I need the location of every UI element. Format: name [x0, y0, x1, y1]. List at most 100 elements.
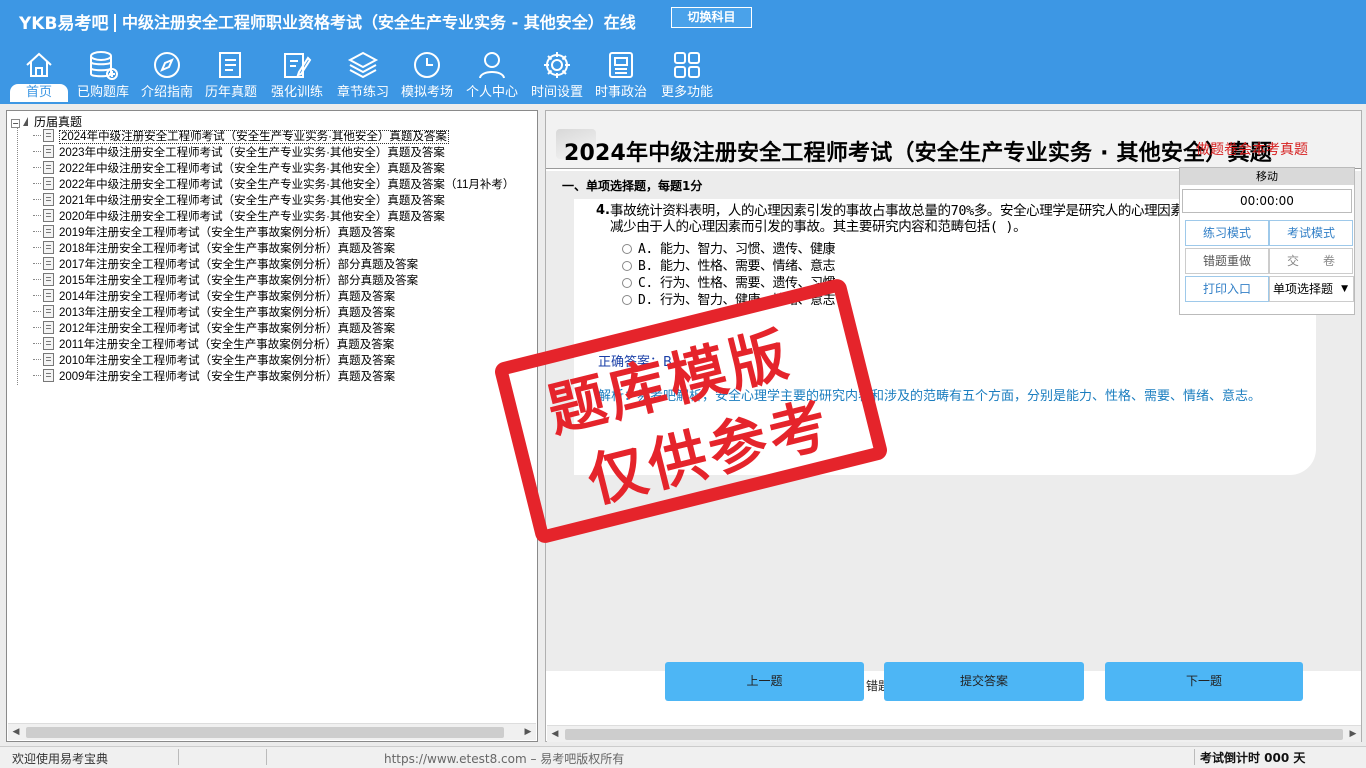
exam-control-panel: 移动 00:00:00 练习模式 考试模式 错题重做 交 卷 打印入口 单项选择…: [1179, 167, 1355, 315]
section-title: 一、单项选择题，每题1分: [562, 179, 703, 193]
scroll-thumb[interactable]: [565, 729, 1343, 740]
tree-item[interactable]: 2024年中级注册安全工程师考试（安全生产专业实务·其他安全）真题及答案: [33, 129, 449, 145]
exam-title: 2024年中级注册安全工程师考试（安全生产专业实务 · 其他安全）真题: [564, 141, 1272, 166]
document-icon: [43, 193, 54, 206]
radio-icon[interactable]: [622, 278, 632, 288]
tree-item-label: 2014年注册安全工程师考试（安全生产事故案例分析）真题及答案: [59, 291, 396, 303]
tree-item[interactable]: 2023年中级注册安全工程师考试（安全生产专业实务·其他安全）真题及答案: [33, 145, 445, 161]
layers-icon: [332, 46, 394, 84]
nav-home[interactable]: 首页: [8, 46, 70, 104]
nav-label: 模拟考场: [400, 85, 453, 100]
scroll-right-icon[interactable]: ▶: [1345, 726, 1361, 742]
nav-time-settings[interactable]: 时间设置: [526, 46, 588, 104]
exam-tree-panel: − 历届真题 2024年中级注册安全工程师考试（安全生产专业实务·其他安全）真题及…: [6, 110, 538, 742]
print-button[interactable]: 打印入口: [1185, 276, 1269, 302]
switch-subject-button[interactable]: 切换科目: [671, 7, 752, 28]
tree-item-label: 2024年中级注册安全工程师考试（安全生产专业实务·其他安全）真题及答案: [59, 130, 449, 144]
tree-item[interactable]: 2017年注册安全工程师考试（安全生产事故案例分析）部分真题及答案: [33, 257, 418, 273]
tree-item-label: 2015年注册安全工程师考试（安全生产事故案例分析）部分真题及答案: [59, 275, 419, 287]
dropdown-arrow-icon: ▼: [1341, 284, 1348, 294]
collapse-icon[interactable]: −: [11, 119, 20, 128]
tree-item[interactable]: 2018年注册安全工程师考试（安全生产事故案例分析）真题及答案: [33, 241, 395, 257]
tree-item-label: 2018年注册安全工程师考试（安全生产事故案例分析）真题及答案: [59, 243, 396, 255]
edit-icon: [266, 46, 328, 84]
tree-item[interactable]: 2013年注册安全工程师考试（安全生产事故案例分析）真题及答案: [33, 305, 395, 321]
nav-personal-center[interactable]: 个人中心: [460, 46, 524, 104]
scroll-left-icon[interactable]: ◀: [547, 726, 563, 742]
tree-item[interactable]: 2020年中级注册安全工程师考试（安全生产专业实务·其他安全）真题及答案: [33, 209, 445, 225]
tree-item-label: 2019年注册安全工程师考试（安全生产事故案例分析）真题及答案: [59, 227, 396, 239]
exam-mode-button[interactable]: 考试模式: [1269, 220, 1353, 246]
document-icon: [43, 225, 54, 238]
app-title: 中级注册安全工程师职业资格考试（安全生产专业实务 - 其他安全）在线: [122, 13, 636, 32]
prev-question-button[interactable]: 上一题: [665, 662, 864, 701]
document-icon: [43, 145, 54, 158]
welcome-text: 欢迎使用易考宝典: [12, 752, 109, 766]
exam-horizontal-scrollbar[interactable]: ◀ ▶: [547, 725, 1361, 742]
document-icon: [43, 257, 54, 270]
tree-item[interactable]: 2011年注册安全工程师考试（安全生产事故案例分析）真题及答案: [33, 337, 394, 353]
nav-current-affairs[interactable]: 时事政治: [590, 46, 652, 104]
tree-root[interactable]: − 历届真题: [11, 113, 82, 130]
tree-item-label: 2011年注册安全工程师考试（安全生产事故案例分析）真题及答案: [59, 339, 395, 351]
nav-label: 已购题库: [76, 85, 129, 100]
clock-icon: [396, 46, 458, 84]
tree-item[interactable]: 2010年注册安全工程师考试（安全生产事故案例分析）真题及答案: [33, 353, 395, 369]
document-icon: [43, 241, 54, 254]
nav-label: 个人中心: [465, 85, 518, 100]
submit-answer-button[interactable]: 提交答案: [884, 662, 1084, 701]
nav-label: 时事政治: [594, 85, 647, 100]
compass-icon: [136, 46, 198, 84]
practice-mode-button[interactable]: 练习模式: [1185, 220, 1269, 246]
document-icon: [43, 161, 54, 174]
tree-item[interactable]: 2021年中级注册安全工程师考试（安全生产专业实务·其他安全）真题及答案: [33, 193, 445, 209]
nav-past-exams[interactable]: 历年真题: [200, 46, 262, 104]
document-icon: [43, 129, 54, 142]
nav-intensive-training[interactable]: 强化训练: [266, 46, 328, 104]
scroll-thumb[interactable]: [26, 727, 504, 738]
document-icon: [43, 369, 54, 382]
question-text: 事故统计资料表明，人的心理因素引发的事故占事故总量的70%多。安全心理学是研究人…: [610, 203, 1197, 235]
tree-item-label: 2017年注册安全工程师考试（安全生产事故案例分析）部分真题及答案: [59, 259, 419, 271]
tree-item-label: 2013年注册安全工程师考试（安全生产事故案例分析）真题及答案: [59, 307, 396, 319]
tree-item[interactable]: 2022年中级注册安全工程师考试（安全生产专业实务·其他安全）真题及答案: [33, 161, 445, 177]
move-handle[interactable]: 移动: [1180, 168, 1354, 185]
tree-item[interactable]: 2014年注册安全工程师考试（安全生产事故案例分析）真题及答案: [33, 289, 395, 305]
overlay-mark: 做题卷会本考真题: [1196, 142, 1308, 158]
nav-mock-exam[interactable]: 模拟考场: [396, 46, 458, 104]
tree-item[interactable]: 2009年注册安全工程师考试（安全生产事故案例分析）真题及答案: [33, 369, 395, 385]
radio-icon[interactable]: [622, 261, 632, 271]
brand-logo: YKB易考吧: [19, 9, 122, 34]
tree-item-label: 2022年中级注册安全工程师考试（安全生产专业实务·其他安全）真题及答案: [59, 163, 445, 175]
document-icon: [43, 321, 54, 334]
tree-item[interactable]: 2022年中级注册安全工程师考试（安全生产专业实务·其他安全）真题及答案（11月…: [33, 177, 514, 193]
scroll-left-icon[interactable]: ◀: [8, 724, 24, 740]
submit-paper-button[interactable]: 交 卷: [1269, 248, 1353, 274]
exam-header: 2024年中级注册安全工程师考试（安全生产专业实务 · 其他安全）真题 做题卷会…: [546, 111, 1361, 169]
question-type-select[interactable]: 单项选择题 ▼: [1269, 276, 1354, 302]
copyright-text: https://www.etest8.com – 易考吧版权所有: [384, 752, 625, 766]
news-icon: [590, 46, 652, 84]
top-toolbar: YKB易考吧 中级注册安全工程师职业资格考试（安全生产专业实务 - 其他安全）在…: [0, 0, 1366, 104]
nav-guide[interactable]: 介绍指南: [136, 46, 198, 104]
scroll-right-icon[interactable]: ▶: [520, 724, 536, 740]
status-bar: 欢迎使用易考宝典 https://www.etest8.com – 易考吧版权所…: [0, 746, 1366, 768]
folder-icon: [23, 117, 28, 126]
document-icon: [43, 177, 54, 190]
radio-icon[interactable]: [622, 295, 632, 305]
tree-item[interactable]: 2012年注册安全工程师考试（安全生产事故案例分析）真题及答案: [33, 321, 395, 337]
tree-horizontal-scrollbar[interactable]: ◀ ▶: [8, 723, 536, 740]
redo-wrong-button[interactable]: 错题重做: [1185, 248, 1269, 274]
nav-chapter-practice[interactable]: 章节练习: [332, 46, 394, 104]
tree-item[interactable]: 2019年注册安全工程师考试（安全生产事故案例分析）真题及答案: [33, 225, 395, 241]
database-icon: [72, 46, 134, 84]
nav-label: 时间设置: [530, 85, 583, 100]
nav-more[interactable]: 更多功能: [656, 46, 718, 104]
nav-purchased-bank[interactable]: 已购题库: [72, 46, 134, 104]
tree-item-label: 2022年中级注册安全工程师考试（安全生产专业实务·其他安全）真题及答案（11月…: [59, 179, 515, 191]
tree-item[interactable]: 2015年注册安全工程师考试（安全生产事故案例分析）部分真题及答案: [33, 273, 418, 289]
radio-icon[interactable]: [622, 244, 632, 254]
tree-item-label: 2010年注册安全工程师考试（安全生产事故案例分析）真题及答案: [59, 355, 396, 367]
exam-countdown: 考试倒计时 000 天: [1200, 751, 1306, 765]
next-question-button[interactable]: 下一题: [1105, 662, 1303, 701]
